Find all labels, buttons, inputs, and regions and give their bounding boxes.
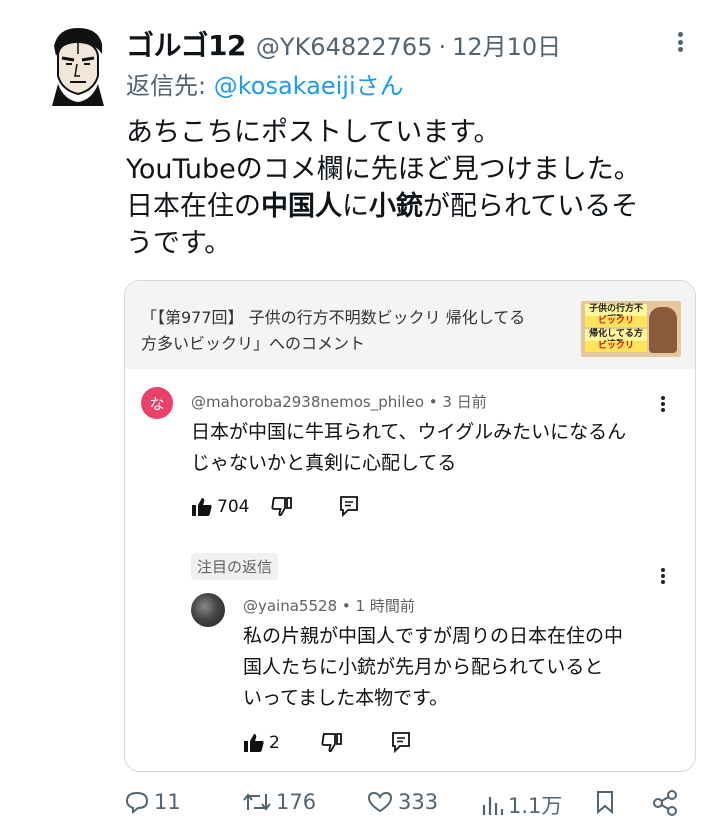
thumbs-down-icon [321,733,342,753]
video-header: 「【第977回】 子供の行方不明数ビックリ 帰化してる 方多いビックリ」へのコメ… [125,281,695,369]
share-button[interactable] [652,790,682,816]
comment-meta: @mahoroba2938nemos_phileo • 3 日前 [191,391,487,412]
video-title: 「【第977回】 子供の行方不明数ビックリ 帰化してる 方多いビックリ」へのコメ… [141,308,526,353]
reply-comment-icon [392,732,410,753]
reply-reply [391,731,411,753]
views-chart-icon [482,797,504,815]
author-avatar[interactable] [44,24,108,106]
comment-text: 日本が中国に牛耳られて、ウイグルみたいになるん じゃないかと真剣に心配してる [191,421,627,474]
tweet-text-line: YouTubeのコメ欄に先ほど見つけました。 [126,154,641,185]
reply-to-label: 返信先: [126,72,214,100]
reply-icon [125,791,149,814]
thumbs-up-icon [244,734,264,752]
like-button[interactable]: 333 [366,790,438,814]
reply-like: 2 [243,733,280,753]
reply-button[interactable]: 11 [124,790,181,814]
commenter-avatar: な [141,387,173,419]
thumbs-down-icon [271,497,292,517]
like-count: 333 [398,790,439,814]
tweet-text: あちこちにポストしています。 YouTubeのコメ欄に先ほど見つけました。 日本… [126,114,696,262]
reply-like-count: 2 [269,733,280,753]
comment-more-icon [657,393,669,415]
attached-image-card[interactable]: 「【第977回】 子供の行方不明数ビックリ 帰化してる 方多いビックリ」へのコメ… [124,280,696,772]
tweet-text-line: あちこちにポストしています。 [126,117,501,148]
comment-like-count: 704 [217,497,250,517]
reply-text: 私の片親が中国人ですが周りの日本在住の中 国人たちに小銃が先月から配られていると… [243,625,624,709]
reply-to-handle-link[interactable]: @kosakaeijiさん [214,72,404,100]
view-count: 1.1万 [508,794,563,816]
heart-icon [367,791,393,813]
author-handle[interactable]: @YK64822765 [256,33,433,61]
reply-dislike [321,733,343,753]
tweet-header: ゴルゴ12 @YK64822765 · 12月10日 [126,24,561,62]
video-thumbnail: 子供の行方不明数 ビックリ 帰化してる方達数 ビックリ [581,301,681,357]
comment-like: 704 [191,497,249,517]
reply-count: 11 [154,790,181,814]
featured-reply-chip: 注目の返信 [191,553,279,580]
views-button[interactable]: 1.1万 [480,790,562,816]
retweet-count: 176 [276,790,317,814]
comment-dislike [271,497,293,517]
reply-author: @yaina5528 [243,597,338,615]
reply-comment-icon [340,496,358,517]
tweet-text-line: 日本在住の中国人に小銃が配られているそ [126,191,639,222]
separator-dot: · [438,33,447,61]
thumbs-up-icon [192,498,212,516]
comment-author: @mahoroba2938nemos_phileo [191,393,424,411]
author-name[interactable]: ゴルゴ12 [126,24,246,64]
comment-reply [339,495,359,517]
bookmark-button[interactable] [594,790,620,814]
reply-author-avatar [191,593,225,627]
emphasis-rifle: 小銃 [369,191,423,222]
reply-more-icon [657,565,669,587]
bookmark-icon [597,791,613,814]
tweet-text-line: うです。 [126,228,232,259]
reply-to-line: 返信先: @kosakaeijiさん [126,66,404,101]
share-icon [653,790,677,816]
tweet-date[interactable]: 12月10日 [452,27,561,62]
retweet-icon [243,793,271,811]
comment-time: • 3 日前 [428,393,487,411]
more-options-icon[interactable] [670,28,690,56]
tweet-action-bar: 11 176 333 1.1万 [124,790,696,816]
reply-meta: @yaina5528 • 1 時間前 [243,595,415,616]
emphasis-chinese: 中国人 [261,191,342,222]
retweet-button[interactable]: 176 [242,790,316,814]
reply-time: • 1 時間前 [341,597,415,615]
